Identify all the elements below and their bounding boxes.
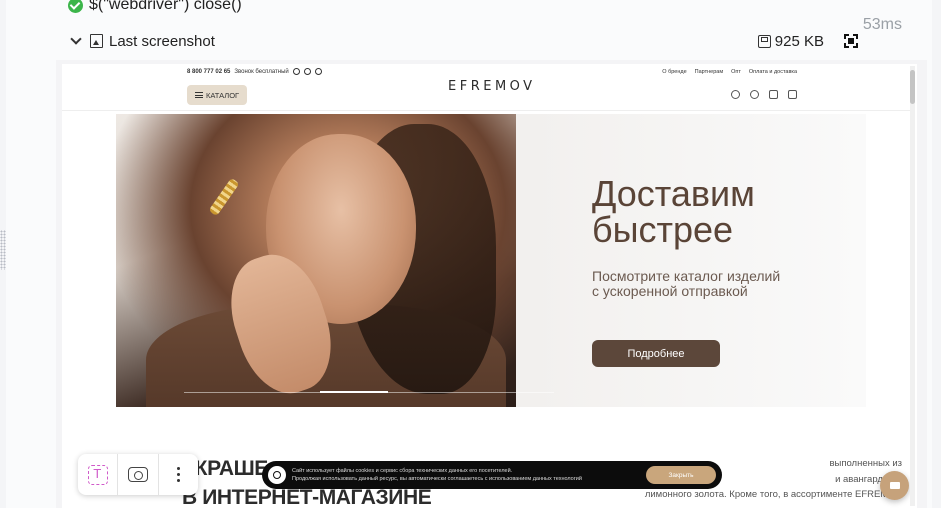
header-nav: О бренде Партнерам Опт Оплата и доставка	[662, 69, 797, 75]
hero-title: Доставим быстрее	[592, 173, 755, 250]
hero-more-button: Подробнее	[592, 340, 720, 367]
file-size: 925 KB	[757, 32, 824, 50]
website-screenshot: 8 800 777 02 65 Звонок бесплатный КАТАЛО…	[62, 64, 917, 508]
section-title: Last screenshot	[109, 32, 215, 50]
mail-icon	[889, 482, 900, 489]
camera-icon	[127, 467, 148, 482]
nav-item: Оплата и доставка	[748, 69, 797, 75]
cookie-icon	[268, 466, 286, 484]
save-disk-icon	[757, 34, 771, 48]
screenshot-button[interactable]	[118, 454, 159, 495]
expand-icon[interactable]	[844, 34, 858, 48]
site-scrollbar	[910, 66, 915, 506]
site-header: 8 800 777 02 65 Звонок бесплатный КАТАЛО…	[62, 64, 912, 111]
telegram-icon	[303, 68, 311, 75]
hero-subtitle: Посмотрите каталог изделий с ускоренной …	[592, 268, 781, 299]
site-logo: EFREMOV	[448, 79, 536, 94]
header-contacts: 8 800 777 02 65 Звонок бесплатный	[187, 68, 322, 75]
cookie-banner: Сайт использует файлы cookies и сервис с…	[262, 461, 722, 489]
screenshot-image: 8 800 777 02 65 Звонок бесплатный КАТАЛО…	[56, 60, 927, 508]
menu-icon	[195, 92, 203, 98]
search-icon	[731, 90, 740, 99]
cookie-close-button: Закрыть	[646, 466, 716, 484]
image-icon	[90, 34, 103, 48]
hero-banner: Доставим быстрее Посмотрите каталог изде…	[116, 114, 866, 407]
account-icon	[788, 90, 797, 99]
chat-button	[880, 471, 909, 500]
slider-progress	[184, 391, 554, 393]
header-icons	[731, 90, 797, 99]
catalog-button: КАТАЛОГ	[187, 85, 248, 105]
vk-icon	[314, 68, 322, 75]
nav-item: Опт	[731, 69, 741, 75]
chevron-down-icon[interactable]	[70, 33, 82, 45]
check-circle-icon	[68, 0, 83, 13]
more-button[interactable]	[159, 454, 198, 495]
file-size-value: 925 KB	[774, 32, 824, 50]
text-select-icon	[87, 464, 108, 485]
phone-note: Звонок бесплатный	[234, 68, 289, 75]
nav-item: Партнерам	[694, 69, 724, 75]
more-vertical-icon	[176, 467, 180, 482]
command-text: $("webdriver") close()	[89, 0, 242, 13]
catalog-label: КАТАЛОГ	[206, 90, 240, 100]
hero-photo	[116, 114, 516, 407]
command-duration: 53ms	[862, 16, 902, 33]
text-select-button[interactable]	[78, 454, 119, 495]
cookie-text: Сайт использует файлы cookies и сервис с…	[292, 468, 582, 482]
screenshot-header[interactable]: Last screenshot 925 KB	[68, 30, 858, 52]
whatsapp-icon	[292, 68, 300, 75]
nav-item: О бренде	[662, 69, 687, 75]
floating-toolbar	[78, 454, 198, 495]
bag-icon	[769, 90, 778, 99]
phone-number: 8 800 777 02 65	[187, 68, 231, 75]
heart-icon	[750, 90, 759, 99]
command-row: $("webdriver") close()	[68, 0, 242, 16]
